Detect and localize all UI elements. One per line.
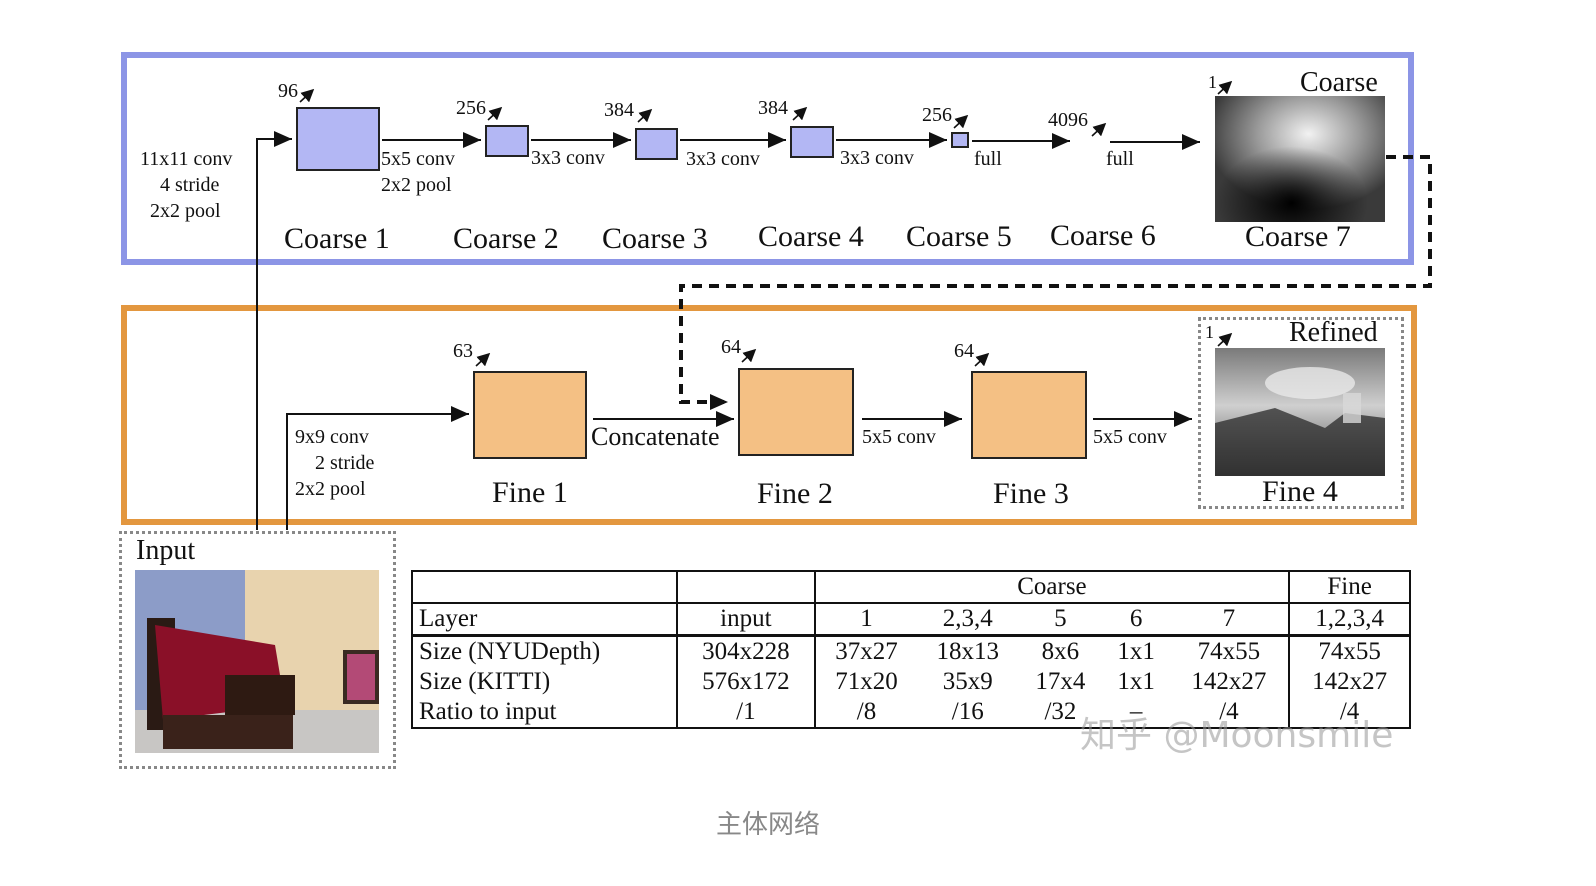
header-cell: 1: [813, 603, 918, 636]
group-cell-layer: [411, 571, 677, 603]
table-cell: 142x27: [1191, 668, 1267, 695]
group-cell-input: [675, 571, 815, 603]
table-row: Size (NYUDepth) 304x228 37x27 18x13 8x6 …: [411, 635, 1411, 667]
table-cell: 18x13: [936, 638, 1000, 665]
header-cell: 5: [1054, 605, 1067, 632]
table-cell: 37x27: [813, 635, 918, 667]
table-cell: 74x55: [1288, 635, 1411, 667]
table-group-row: Coarse Fine: [411, 571, 1411, 603]
table-header-row: Layer input 1 2,3,4 5 6 7 1,2,3,4: [411, 603, 1411, 636]
table-cell: 8x6: [1041, 638, 1080, 665]
watermark-text: 知乎 @Moonsmile: [1080, 715, 1394, 756]
table-cell: Size (KITTI): [411, 667, 677, 697]
table-cell: /1: [675, 697, 815, 728]
header-cell: 7: [1222, 605, 1236, 632]
table-cell: 74x55: [1197, 638, 1261, 665]
table-cell: /16: [951, 698, 984, 725]
group-cell-fine: Fine: [1288, 571, 1411, 603]
table-cell: 576x172: [675, 667, 815, 697]
table-cell: 304x228: [675, 635, 815, 667]
figure-caption: 主体网络: [716, 810, 821, 840]
table-cell: 17x4: [1035, 668, 1086, 695]
table-cell: Size (NYUDepth): [411, 635, 677, 667]
table-cell: 35x9: [942, 668, 993, 695]
table-cell: /8: [813, 697, 918, 728]
header-cell: 1,2,3,4: [1288, 603, 1411, 636]
header-cell: input: [675, 603, 815, 636]
table-cell: 71x20: [813, 667, 918, 697]
header-cell: Layer: [411, 603, 677, 636]
table-cell: Ratio to input: [411, 697, 677, 728]
table-cell: 142x27: [1288, 667, 1411, 697]
header-cell: 6: [1129, 605, 1143, 632]
table-row: Size (KITTI) 576x172 71x20 35x9 17x4 1x1…: [411, 667, 1411, 697]
table-cell: 1x1: [1117, 668, 1155, 695]
group-cell-coarse: Coarse: [813, 571, 1290, 603]
table-cell: 1x1: [1117, 638, 1155, 665]
header-cell: 2,3,4: [942, 605, 993, 632]
